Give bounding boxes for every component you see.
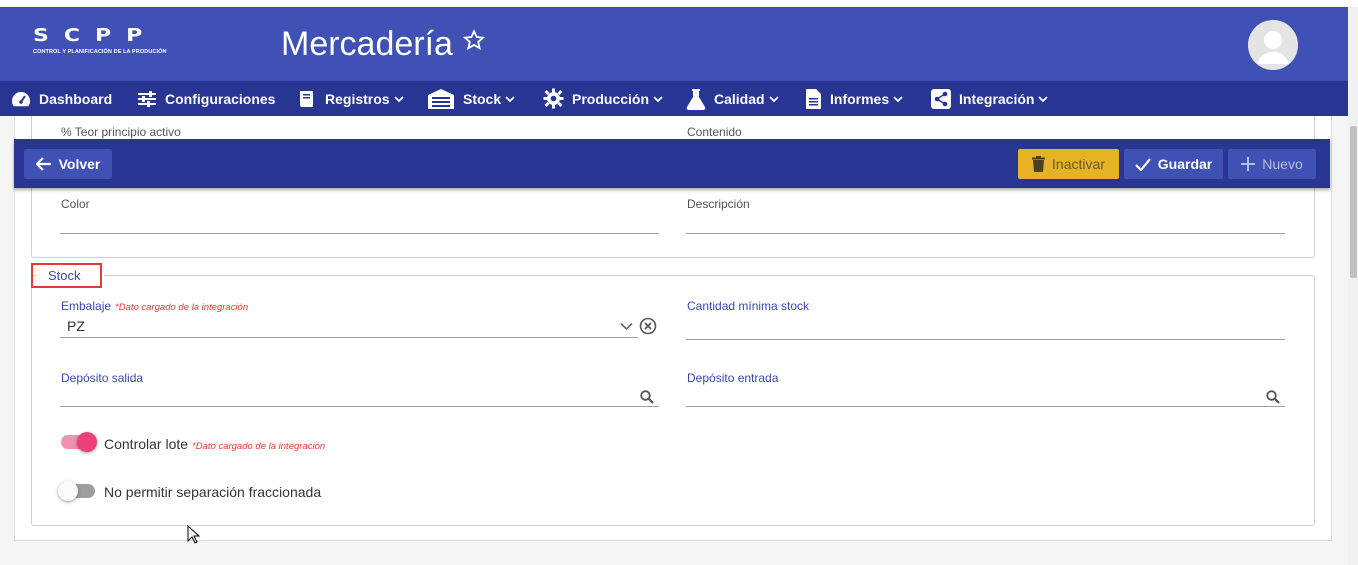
nav-registros-label: Registros — [325, 90, 390, 107]
trash-icon — [1032, 156, 1046, 172]
deposito-entrada-underline — [686, 406, 1285, 407]
embalaje-select[interactable]: PZ — [67, 318, 85, 334]
chevron-down-icon — [893, 95, 903, 102]
page-title: Mercadería — [281, 25, 453, 63]
deposito-salida-label: Depósito salida — [61, 371, 144, 385]
star-outline-icon[interactable] — [463, 29, 485, 51]
cantidad-minima-input[interactable] — [687, 318, 1285, 336]
descripcion-input[interactable] — [687, 214, 1285, 232]
dashboard-gauge-icon — [12, 91, 31, 106]
inactivar-button-label: Inactivar — [1052, 156, 1105, 172]
logo-text: SCPP — [33, 25, 158, 46]
clear-circle-icon[interactable] — [639, 317, 657, 335]
color-label: Color — [61, 197, 90, 211]
deposito-salida-underline — [60, 406, 659, 407]
scpp-logo[interactable]: SCPP CONTROL Y PLANIFICACIÓN DE LA PRODU… — [33, 25, 183, 59]
app-header: SCPP CONTROL Y PLANIFICACIÓN DE LA PRODU… — [0, 7, 1348, 81]
main-nav: Dashboard Configuraciones Registros Stoc… — [0, 81, 1348, 116]
back-button-label: Volver — [58, 156, 101, 172]
new-button[interactable]: Nuevo — [1228, 149, 1316, 179]
flask-icon — [686, 88, 706, 110]
controlar-lote-label-row: Controlar lote *Dato cargado de la integ… — [104, 436, 325, 452]
controlar-lote-toggle-knob — [77, 432, 97, 452]
document-icon — [806, 88, 821, 109]
chevron-down-icon — [393, 95, 404, 102]
search-icon[interactable] — [640, 390, 654, 404]
nav-informes-label: Informes — [830, 90, 890, 107]
color-input[interactable] — [61, 214, 659, 232]
page-scrollbar-track[interactable] — [1348, 7, 1358, 565]
descripcion-label: Descripción — [687, 197, 750, 211]
teor-principio-activo-label: % Teor principio activo — [61, 125, 181, 139]
stock-legend-highlight — [31, 263, 102, 288]
logo-subtitle: CONTROL Y PLANIFICACIÓN DE LA PRODUCIÓN — [33, 49, 167, 55]
deposito-entrada-label: Depósito entrada — [687, 371, 779, 385]
search-icon[interactable] — [1266, 390, 1280, 404]
chevron-down-icon[interactable] — [620, 322, 633, 331]
embalaje-integration-note: *Dato cargado de la integración — [115, 302, 249, 313]
deposito-salida-input[interactable] — [61, 388, 631, 406]
color-input-underline — [60, 233, 659, 234]
descripcion-input-underline — [686, 233, 1285, 234]
embalaje-label: Embalaje — [61, 299, 112, 313]
nav-integracion[interactable]: Integración — [931, 81, 1056, 116]
nav-integracion-label: Integración — [959, 90, 1035, 107]
nav-calidad-label: Calidad — [714, 90, 765, 107]
nav-stock-label: Stock — [463, 90, 502, 107]
no-permitir-label: No permitir separación fraccionada — [104, 484, 322, 500]
plus-icon — [1241, 157, 1256, 171]
chevron-down-icon — [653, 95, 663, 102]
check-icon — [1134, 157, 1151, 171]
inactivar-button[interactable]: Inactivar — [1018, 149, 1119, 179]
mouse-cursor-icon — [187, 525, 201, 544]
no-permitir-toggle-knob — [58, 481, 78, 501]
warehouse-icon — [428, 88, 454, 109]
action-toolbar: Volver Inactivar Guardar Nuevo — [14, 139, 1330, 188]
cantidad-minima-underline — [686, 339, 1285, 340]
controlar-lote-label: Controlar lote — [104, 436, 189, 452]
nav-dashboard[interactable]: Dashboard — [11, 81, 112, 116]
nav-configuraciones-label: Configuraciones — [165, 90, 276, 107]
embalaje-label-row: Embalaje *Dato cargado de la integración — [61, 299, 248, 313]
user-avatar-icon[interactable] — [1248, 20, 1298, 70]
embalaje-select-underline — [60, 337, 638, 338]
page-scrollbar-thumb[interactable] — [1350, 126, 1357, 278]
nav-stock[interactable]: Stock — [427, 81, 523, 116]
share-icon — [931, 88, 951, 109]
gear-icon — [543, 88, 564, 109]
back-button[interactable]: Volver — [24, 149, 112, 179]
save-button[interactable]: Guardar — [1124, 149, 1223, 179]
nav-configuraciones[interactable]: Configuraciones — [137, 81, 275, 116]
book-icon — [300, 90, 313, 107]
deposito-entrada-input[interactable] — [687, 388, 1257, 406]
cantidad-minima-label: Cantidad mínima stock — [687, 299, 810, 313]
contenido-label: Contenido — [687, 125, 742, 139]
sliders-icon — [138, 90, 156, 107]
nav-produccion-label: Producción — [572, 90, 650, 107]
save-button-label: Guardar — [1157, 156, 1213, 172]
chevron-down-icon — [768, 95, 779, 102]
nav-registros[interactable]: Registros — [297, 81, 412, 116]
new-button-label: Nuevo — [1262, 156, 1303, 172]
nav-calidad[interactable]: Calidad — [686, 81, 787, 116]
chevron-down-icon — [1038, 95, 1049, 102]
arrow-left-icon — [35, 157, 51, 171]
chevron-down-icon — [505, 95, 515, 102]
controlar-lote-integration-note: *Dato cargado de la integración — [192, 441, 326, 452]
nav-informes[interactable]: Informes — [805, 81, 911, 116]
nav-dashboard-label: Dashboard — [39, 90, 113, 107]
nav-produccion[interactable]: Producción — [543, 81, 671, 116]
